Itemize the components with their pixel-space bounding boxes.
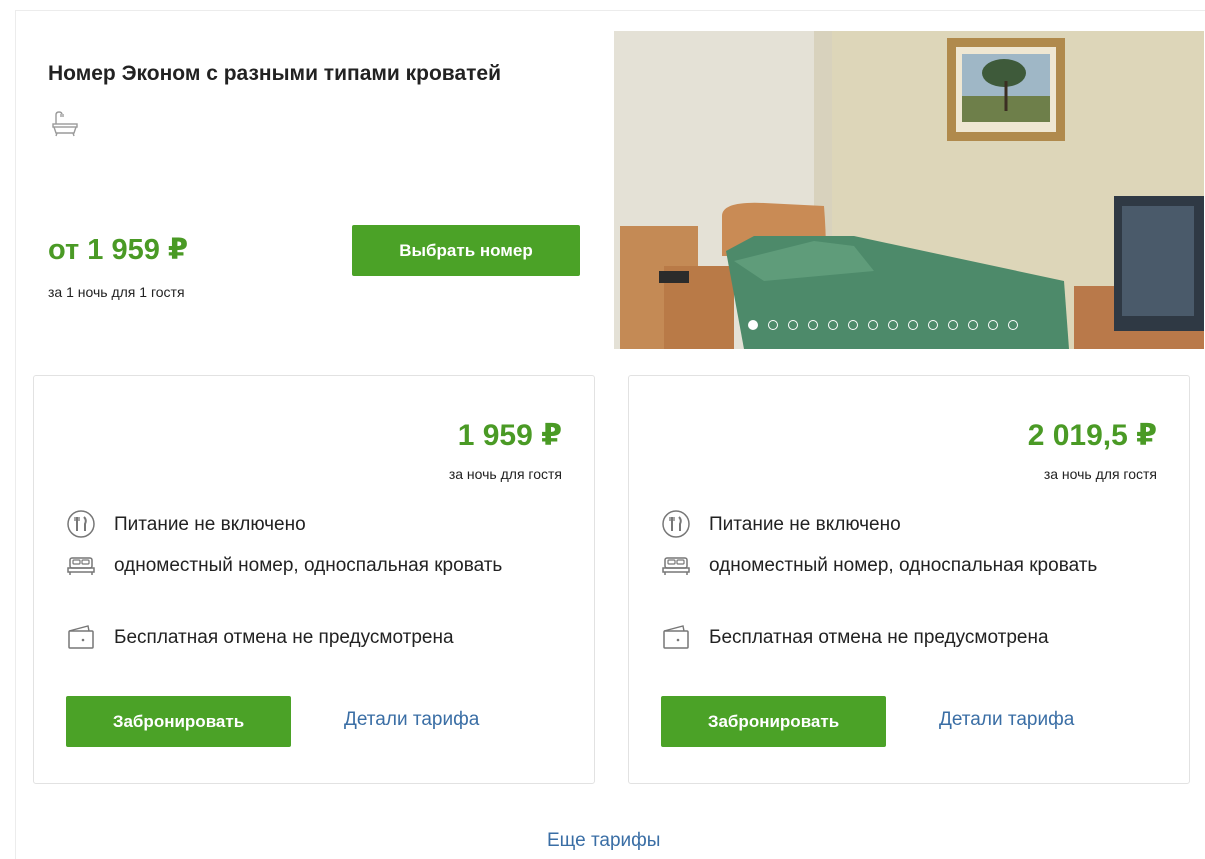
room-photo[interactable] xyxy=(614,31,1204,349)
gallery-dot[interactable] xyxy=(828,320,838,330)
card-left-border xyxy=(15,10,16,859)
wallet-icon xyxy=(66,620,100,654)
gallery-dot[interactable] xyxy=(788,320,798,330)
meal-feature: Питание не включено xyxy=(66,507,306,542)
tariff-price-note: за ночь для гостя xyxy=(1043,466,1157,482)
tariff-card: 1 959 ₽ за ночь для гостя Питание не вкл… xyxy=(33,375,595,784)
gallery-dot[interactable] xyxy=(888,320,898,330)
cutlery-icon xyxy=(661,507,695,541)
from-price: от 1 959 ₽ xyxy=(48,234,189,266)
bed-feature: одноместный номер, односпальная кровать xyxy=(661,548,1111,583)
cutlery-icon xyxy=(66,507,100,541)
tariff-price-note: за ночь для гостя xyxy=(448,466,562,482)
gallery-dot[interactable] xyxy=(968,320,978,330)
meal-text: Питание не включено xyxy=(709,514,901,535)
gallery-dot[interactable] xyxy=(848,320,858,330)
wallet-icon xyxy=(661,620,695,654)
cancel-text: Бесплатная отмена не предусмотрена xyxy=(114,627,454,648)
bed-icon xyxy=(66,548,100,582)
cancel-feature: Бесплатная отмена не предусмотрена xyxy=(66,620,454,655)
more-tariffs-link[interactable]: Еще тарифы xyxy=(547,830,660,852)
tariff-price: 2 019,5 ₽ xyxy=(1027,419,1157,452)
hotel-room-photo xyxy=(614,31,1204,349)
gallery-dot[interactable] xyxy=(988,320,998,330)
gallery-dot[interactable] xyxy=(748,320,758,330)
bed-text: одноместный номер, односпальная кровать xyxy=(709,555,1098,576)
book-button[interactable]: Забронировать xyxy=(661,696,886,747)
tariff-price: 1 959 ₽ xyxy=(457,419,562,452)
gallery-dot[interactable] xyxy=(1008,320,1018,330)
from-price-note: за 1 ночь для 1 гостя xyxy=(48,284,185,300)
gallery-dot[interactable] xyxy=(928,320,938,330)
bathtub-icon xyxy=(52,111,78,137)
cancel-feature: Бесплатная отмена не предусмотрена xyxy=(661,620,1049,655)
gallery-dot[interactable] xyxy=(908,320,918,330)
cancel-text: Бесплатная отмена не предусмотрена xyxy=(709,627,1049,648)
bed-text: одноместный номер, односпальная кровать xyxy=(114,555,503,576)
select-room-button[interactable]: Выбрать номер xyxy=(352,225,580,276)
bed-icon xyxy=(661,548,695,582)
tariff-details-link[interactable]: Детали тарифа xyxy=(344,709,479,731)
gallery-dot[interactable] xyxy=(768,320,778,330)
room-title: Номер Эконом с разными типами кроватей xyxy=(48,62,501,85)
meal-feature: Питание не включено xyxy=(661,507,901,542)
gallery-dot[interactable] xyxy=(948,320,958,330)
bed-feature: одноместный номер, односпальная кровать xyxy=(66,548,516,583)
tariff-card: 2 019,5 ₽ за ночь для гостя Питание не в… xyxy=(628,375,1190,784)
gallery-dot[interactable] xyxy=(808,320,818,330)
book-button[interactable]: Забронировать xyxy=(66,696,291,747)
card-top-border xyxy=(15,10,1205,11)
gallery-pagination xyxy=(748,320,1018,330)
meal-text: Питание не включено xyxy=(114,514,306,535)
gallery-dot[interactable] xyxy=(868,320,878,330)
tariff-details-link[interactable]: Детали тарифа xyxy=(939,709,1074,731)
